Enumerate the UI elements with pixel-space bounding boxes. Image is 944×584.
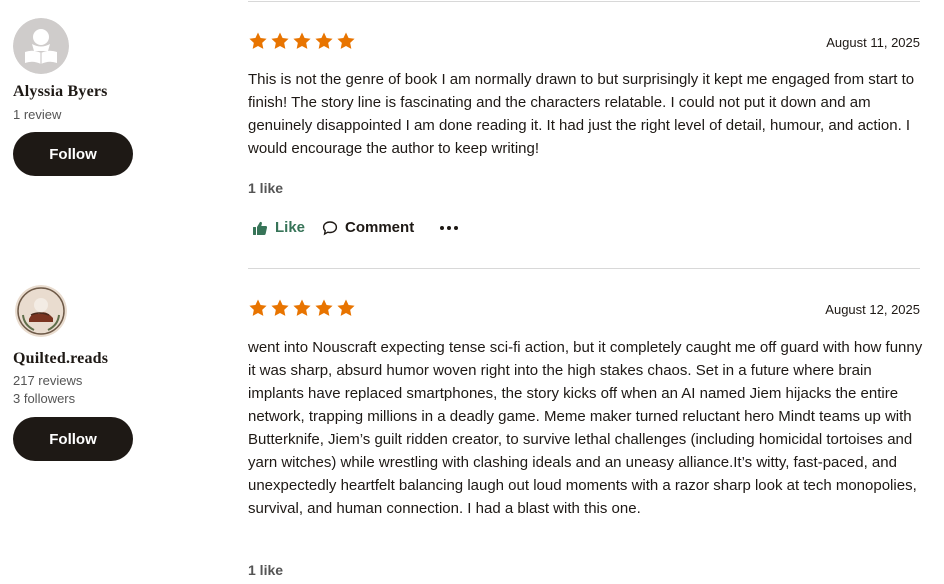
like-count[interactable]: 1 like: [248, 180, 283, 196]
comment-label: Comment: [345, 219, 415, 236]
comment-button[interactable]: Comment: [322, 219, 414, 236]
rating-stars: [248, 31, 356, 51]
reviewer-avatar[interactable]: [15, 285, 67, 337]
like-button[interactable]: Like: [252, 219, 305, 236]
follow-button[interactable]: Follow: [13, 417, 133, 461]
review-actions: Like Comment: [252, 219, 459, 236]
star-icon: [337, 299, 355, 316]
thumbs-up-icon: [253, 221, 268, 235]
reviewer-name[interactable]: Quilted.reads: [13, 350, 108, 368]
wreath-logo-icon: [15, 285, 67, 337]
like-label: Like: [275, 219, 306, 236]
follow-button[interactable]: Follow: [13, 132, 133, 176]
star-icon: [249, 299, 267, 316]
review-card: Quilted.reads 217 reviews 3 followers Fo…: [0, 269, 944, 584]
star-icon: [271, 32, 289, 49]
review-date[interactable]: August 11, 2025: [826, 35, 920, 50]
star-icon: [315, 299, 333, 316]
star-icon: [293, 32, 311, 49]
review-card: Alyssia Byers 1 review Follow August 11,…: [0, 0, 944, 268]
star-icon: [337, 32, 355, 49]
star-icon: [293, 299, 311, 316]
review-text: This is not the genre of book I am norma…: [248, 71, 915, 157]
star-icon: [271, 299, 289, 316]
star-icon: [315, 32, 333, 49]
like-count[interactable]: 1 like: [248, 562, 283, 578]
reviewer-avatar[interactable]: [13, 18, 69, 74]
more-dots-icon[interactable]: [440, 225, 459, 230]
reviewer-follower-count: 3 followers: [13, 391, 76, 406]
speech-bubble-icon: [322, 220, 338, 235]
star-icon: [249, 32, 267, 49]
rating-stars: [248, 298, 356, 318]
reader-avatar-icon: [13, 18, 69, 74]
review-date[interactable]: August 12, 2025: [825, 302, 920, 317]
reviewer-name[interactable]: Alyssia Byers: [13, 83, 108, 101]
reviewer-review-count: 217 reviews: [13, 373, 83, 388]
reviewer-review-count: 1 review: [13, 107, 62, 122]
review-text: went into Nouscraft expecting tense sci-…: [248, 339, 923, 517]
